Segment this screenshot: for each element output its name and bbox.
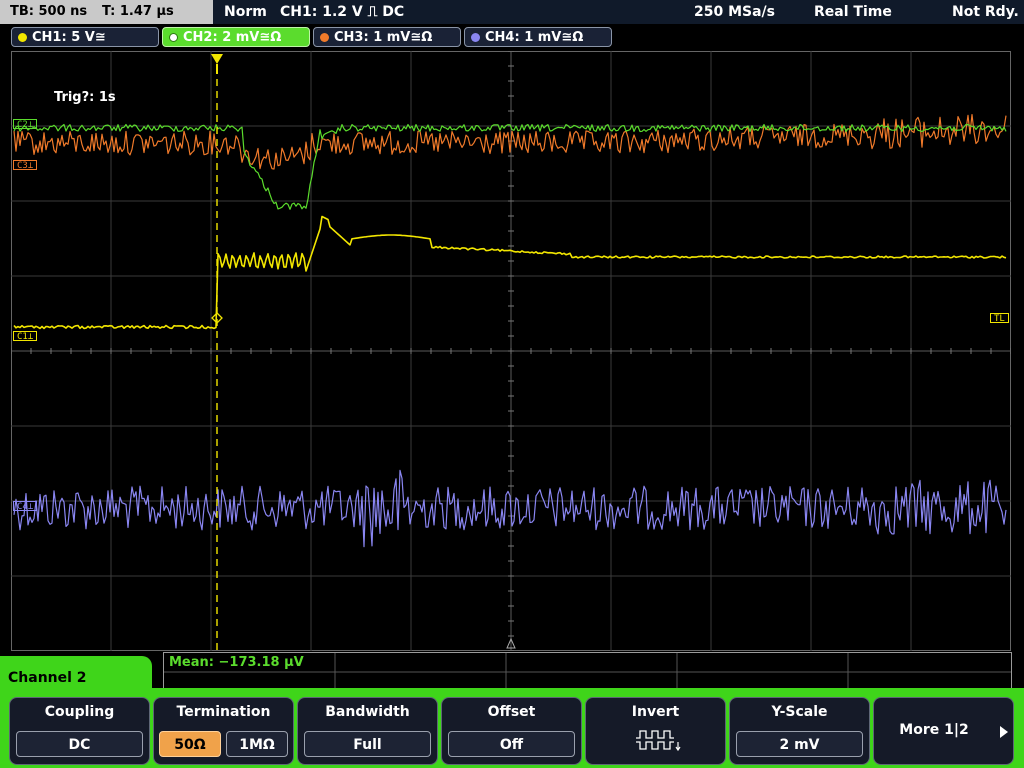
ch1-label: CH1: 5 V≅: [32, 30, 106, 45]
ch2-offset-marker[interactable]: C2⊥: [13, 119, 38, 130]
sample-rate: 250 MSa/s: [694, 4, 776, 20]
y-scale-title: Y-Scale: [771, 704, 828, 720]
termination-50ohm-option[interactable]: 50Ω: [159, 731, 221, 757]
termination-1mohm-option[interactable]: 1MΩ: [226, 731, 288, 757]
offset-softkey[interactable]: Offset Off: [441, 697, 582, 765]
arrow-right-icon: [1000, 726, 1008, 738]
trigger-mode[interactable]: Norm: [224, 0, 267, 24]
coupling-title: Coupling: [44, 704, 115, 720]
trigger-source[interactable]: CH1: 1.2 V ⎍ DC: [280, 0, 404, 24]
channel-tab-ch3[interactable]: CH3: 1 mV≅Ω: [313, 27, 461, 47]
ready-state: Not Rdy.: [952, 4, 1019, 20]
coupling-value[interactable]: DC: [16, 731, 143, 757]
timebase-value: TB: 500 ns: [10, 4, 88, 19]
invert-softkey[interactable]: Invert: [585, 697, 726, 765]
ch3-dot-icon: [320, 33, 329, 42]
channel-tab-ch4[interactable]: CH4: 1 mV≅Ω: [464, 27, 612, 47]
trigger-time-value: T: 1.47 µs: [102, 4, 174, 19]
invert-pulse-icon: [636, 730, 681, 752]
channel-tab-ch2[interactable]: CH2: 2 mV≅Ω: [162, 27, 310, 47]
more-label: More 1|2: [899, 722, 969, 738]
ch4-label: CH4: 1 mV≅Ω: [485, 30, 584, 45]
trigger-info: Trig?: 1s: [54, 90, 116, 105]
ch4-dot-icon: [471, 33, 480, 42]
y-scale-softkey[interactable]: Y-Scale 2 mV: [729, 697, 870, 765]
acquisition-mode[interactable]: Real Time: [814, 0, 892, 24]
termination-title: Termination: [176, 704, 271, 720]
y-scale-value[interactable]: 2 mV: [736, 731, 863, 757]
trigger-level-marker[interactable]: TL: [990, 313, 1009, 324]
invert-title: Invert: [631, 704, 680, 720]
offset-title: Offset: [487, 704, 536, 720]
waveform-traces: [13, 113, 1007, 548]
more-softkey[interactable]: More 1|2: [873, 697, 1014, 765]
ch2-label: CH2: 2 mV≅Ω: [183, 30, 282, 45]
ch1-dot-icon: [18, 33, 27, 42]
offset-value[interactable]: Off: [448, 731, 575, 757]
bandwidth-value[interactable]: Full: [304, 731, 431, 757]
ch1-offset-marker[interactable]: C1⊥: [13, 331, 38, 342]
bandwidth-title: Bandwidth: [325, 704, 410, 720]
ch3-label: CH3: 1 mV≅Ω: [334, 30, 433, 45]
trigger-arrow-icon: [211, 54, 223, 64]
waveform-display: [11, 51, 1011, 651]
ch4-offset-marker[interactable]: C4⊥: [13, 501, 38, 512]
channel-tab-ch1[interactable]: CH1: 5 V≅: [11, 27, 159, 47]
trigger-t-stem-icon: [216, 64, 218, 74]
coupling-softkey[interactable]: Coupling DC: [9, 697, 150, 765]
ch3-offset-marker[interactable]: C3⊥: [13, 160, 38, 171]
bandwidth-softkey[interactable]: Bandwidth Full: [297, 697, 438, 765]
menu-title: Channel 2: [8, 670, 87, 686]
termination-softkey[interactable]: Termination 50Ω 1MΩ: [153, 697, 294, 765]
ch2-dot-icon: [169, 33, 178, 42]
timebase-box[interactable]: TB: 500 ns T: 1.47 µs: [0, 0, 213, 24]
measurement-mean[interactable]: Mean: −173.18 µV: [169, 655, 304, 670]
